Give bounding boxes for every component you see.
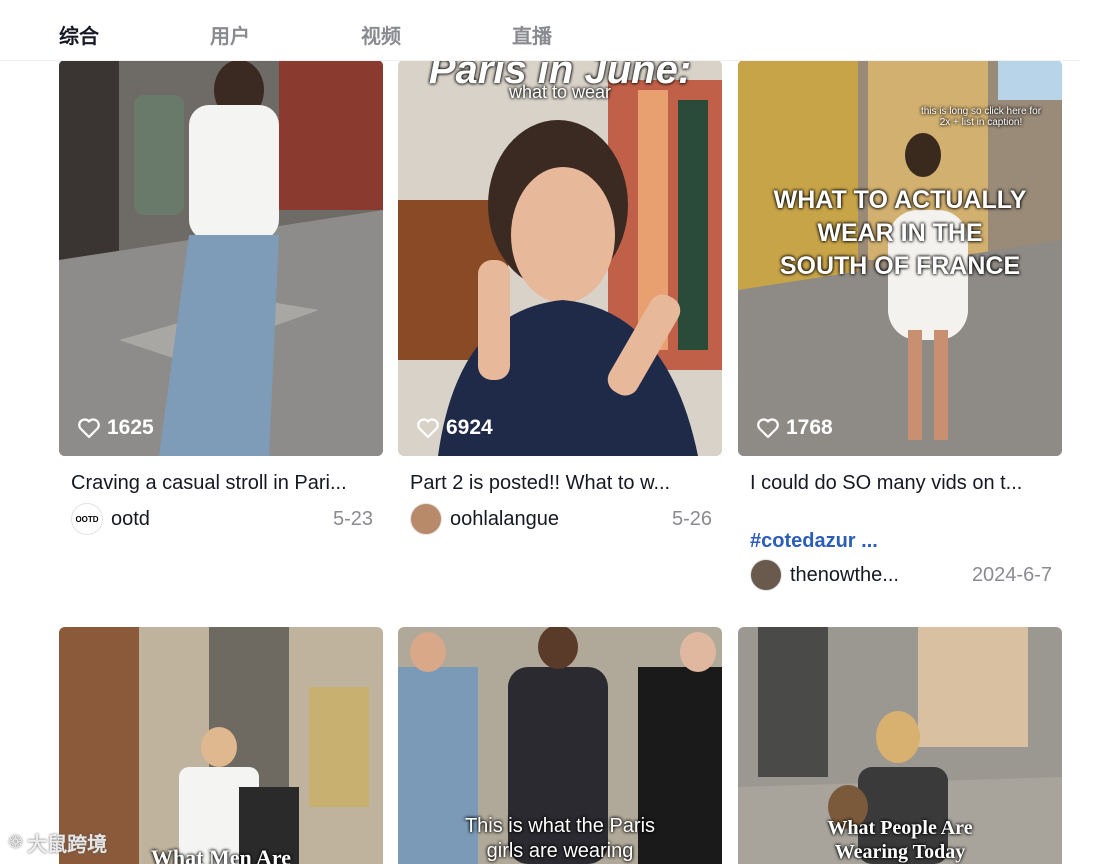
video-card[interactable]: 1625 Craving a casual stroll in Pari... …: [59, 60, 383, 535]
author-name[interactable]: ootd: [111, 508, 325, 531]
watermark: ❁ 大鼠跨境: [8, 828, 107, 857]
like-count: 6924: [416, 416, 493, 440]
video-card[interactable]: Paris in June: what to wear 6924 Part 2 …: [398, 60, 722, 535]
video-description[interactable]: Part 2 is posted!! What to w...: [410, 472, 710, 495]
tab-live[interactable]: 直播: [512, 20, 552, 49]
overlay-line: SOUTH OF FRANCE: [779, 252, 1021, 280]
video-thumbnail-image: [59, 60, 383, 456]
heart-icon: [78, 418, 100, 439]
video-card[interactable]: What Men Are: [59, 627, 383, 864]
video-card[interactable]: This is what the Paris girls are wearing: [398, 627, 722, 864]
overlay-note: this is long so click here for 2x + list…: [920, 106, 1042, 128]
avatar[interactable]: [750, 559, 782, 591]
post-date: 2024-6-7: [971, 563, 1052, 586]
author-row[interactable]: OOTD ootd 5-23: [71, 503, 373, 535]
overlay-line: Wearing Today: [834, 841, 966, 863]
author-row[interactable]: oohlalangue 5-26: [410, 503, 712, 535]
video-card[interactable]: What People Are Wearing Today: [738, 627, 1062, 864]
watermark-logo-icon: ❁: [8, 832, 24, 852]
video-thumbnail-image: [59, 627, 383, 864]
video-thumbnail[interactable]: What Men Are: [59, 627, 383, 864]
video-thumbnail[interactable]: What People Are Wearing Today: [738, 627, 1062, 864]
overlay-title: What Men Are: [150, 845, 292, 864]
video-description[interactable]: Craving a casual stroll in Pari...: [71, 472, 371, 495]
like-count-value: 6924: [446, 416, 493, 439]
tab-users[interactable]: 用户: [210, 20, 250, 49]
like-count-value: 1768: [786, 416, 833, 439]
overlay-subtitle: what to wear: [508, 82, 612, 102]
like-count: 1625: [77, 416, 154, 440]
video-thumbnail[interactable]: this is long so click here for 2x + list…: [738, 60, 1062, 456]
author-name[interactable]: oohlalangue: [450, 508, 664, 531]
video-thumbnail-image: [398, 60, 722, 456]
post-date: 5-26: [671, 507, 712, 530]
tab-videos[interactable]: 视频: [361, 20, 401, 49]
like-count-value: 1625: [107, 416, 154, 439]
video-thumbnail[interactable]: 1625: [59, 60, 383, 456]
author-name[interactable]: thenowthe...: [790, 564, 964, 587]
video-description[interactable]: I could do SO many vids on t...: [750, 472, 1050, 495]
watermark-text: 大鼠跨境: [27, 834, 108, 856]
heart-icon: [757, 418, 779, 439]
search-tabs: 综合 用户 视频 直播: [0, 0, 1080, 61]
avatar[interactable]: [410, 503, 442, 535]
overlay-line: This is what the Paris: [464, 815, 656, 837]
post-date: 5-23: [332, 507, 373, 530]
video-thumbnail[interactable]: Paris in June: what to wear 6924: [398, 60, 722, 456]
video-card[interactable]: this is long so click here for 2x + list…: [738, 60, 1062, 591]
overlay-line: WHAT TO ACTUALLY: [773, 186, 1027, 214]
overlay-line: girls are wearing: [486, 840, 634, 862]
like-count: 1768: [756, 416, 833, 440]
video-thumbnail[interactable]: This is what the Paris girls are wearing: [398, 627, 722, 864]
overlay-line: WEAR IN THE: [817, 219, 983, 247]
avatar[interactable]: OOTD: [71, 503, 103, 535]
author-row[interactable]: thenowthe... 2024-6-7: [750, 559, 1052, 591]
tab-comprehensive[interactable]: 综合: [59, 20, 99, 49]
hashtag-link[interactable]: #cotedazur ...: [750, 530, 878, 553]
overlay-line: What People Are: [827, 817, 973, 839]
heart-icon: [417, 418, 439, 439]
